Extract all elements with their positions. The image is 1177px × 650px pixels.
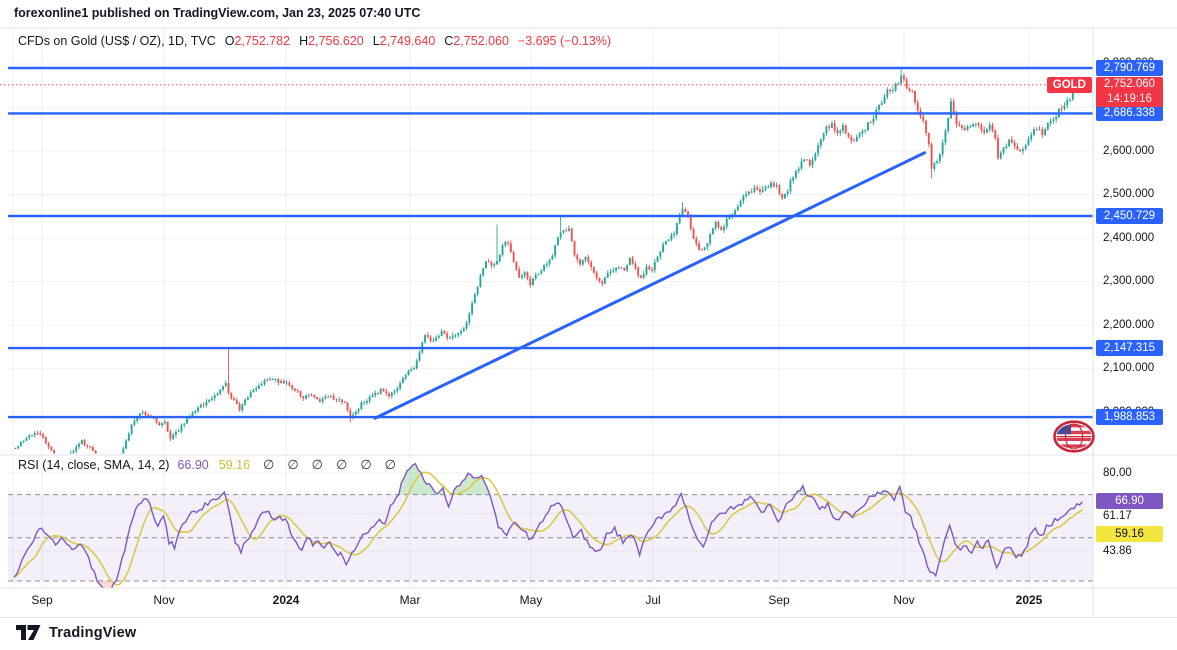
symbol-title: CFDs on Gold (US$ / OZ), 1D, TVC bbox=[18, 34, 216, 48]
rsi-sma-value: 59.16 bbox=[219, 458, 250, 472]
ohlc-pair: C2,752.060 bbox=[444, 34, 509, 48]
price-level-badge: 2,790.769 bbox=[1096, 60, 1163, 76]
rsi-axis-label: 61.17 bbox=[1103, 510, 1132, 523]
rsi-pane bbox=[8, 464, 1093, 595]
price-axis-label: 2,100.000 bbox=[1103, 362, 1154, 375]
rsi-legend[interactable]: RSI (14, close, SMA, 14, 2)66.9059.16∅∅∅… bbox=[18, 457, 396, 473]
current-price-badge: 2,752.060 14:19:16 bbox=[1096, 77, 1163, 107]
time-axis-label: May bbox=[520, 593, 543, 607]
current-price-value: 2,752.060 bbox=[1096, 77, 1163, 92]
time-axis-label: Nov bbox=[153, 593, 174, 607]
rsi-empty-slot: ∅ bbox=[360, 457, 371, 472]
rsi-empty-slot: ∅ bbox=[385, 457, 396, 472]
rsi-empty-slot: ∅ bbox=[263, 457, 274, 472]
time-axis-label: Jul bbox=[645, 593, 660, 607]
price-level-badge: 1,988.853 bbox=[1096, 409, 1163, 425]
price-axis-label: 2,300.000 bbox=[1103, 275, 1154, 288]
time-axis-label: Sep bbox=[768, 593, 789, 607]
trendline bbox=[375, 153, 925, 418]
rsi-axis-label: 80.00 bbox=[1103, 467, 1132, 480]
ohlc-pair: O2,752.782 bbox=[225, 34, 290, 48]
time-axis-label: Sep bbox=[31, 593, 52, 607]
time-axis-label: Mar bbox=[400, 593, 421, 607]
ohlc-pair: H2,756.620 bbox=[299, 34, 364, 48]
price-axis-label: 2,600.000 bbox=[1103, 145, 1154, 158]
time-axis-label: 2024 bbox=[273, 593, 300, 607]
rsi-axis-label: 43.86 bbox=[1103, 545, 1132, 558]
bar-countdown: 14:19:16 bbox=[1096, 92, 1163, 107]
change-value: −3.695 (−0.13%) bbox=[518, 34, 611, 48]
rsi-empty-slot: ∅ bbox=[287, 457, 298, 472]
rsi-value-badge: 59.16 bbox=[1096, 526, 1163, 542]
price-level-badge: 2,686.338 bbox=[1096, 105, 1163, 121]
price-level-badge: 2,147.315 bbox=[1096, 340, 1163, 356]
symbol-flag-badge: GOLD bbox=[1047, 77, 1092, 93]
price-axis-label: 2,400.000 bbox=[1103, 232, 1154, 245]
tradingview-footer-link[interactable]: TradingView bbox=[16, 624, 136, 641]
rsi-value: 66.90 bbox=[177, 458, 208, 472]
tradingview-logo-icon bbox=[16, 624, 41, 641]
ohlc-pair: L2,749.640 bbox=[373, 34, 436, 48]
time-axis-label: 2025 bbox=[1016, 593, 1043, 607]
rsi-value-badge: 66.90 bbox=[1096, 493, 1163, 509]
symbol-legend[interactable]: CFDs on Gold (US$ / OZ), 1D, TVCO2,752.7… bbox=[18, 34, 611, 48]
rsi-empty-values: ∅ ∅ ∅ ∅ ∅ ∅ bbox=[250, 458, 396, 472]
price-level-badge: 2,450.729 bbox=[1096, 208, 1163, 224]
rsi-empty-slot: ∅ bbox=[336, 457, 347, 472]
tradingview-brand-text: TradingView bbox=[49, 625, 136, 641]
rsi-label: RSI (14, close, SMA, 14, 2) bbox=[18, 458, 169, 472]
price-axis-label: 2,500.000 bbox=[1103, 188, 1154, 201]
ohlc-values: O2,752.782 H2,756.620 L2,749.640 C2,752.060 bbox=[216, 34, 509, 48]
chart-canvas[interactable] bbox=[0, 0, 1177, 650]
economies-logo-icon bbox=[1052, 420, 1096, 453]
rsi-empty-slot: ∅ bbox=[312, 457, 323, 472]
price-axis-label: 2,200.000 bbox=[1103, 319, 1154, 332]
time-axis-label: Nov bbox=[893, 593, 914, 607]
